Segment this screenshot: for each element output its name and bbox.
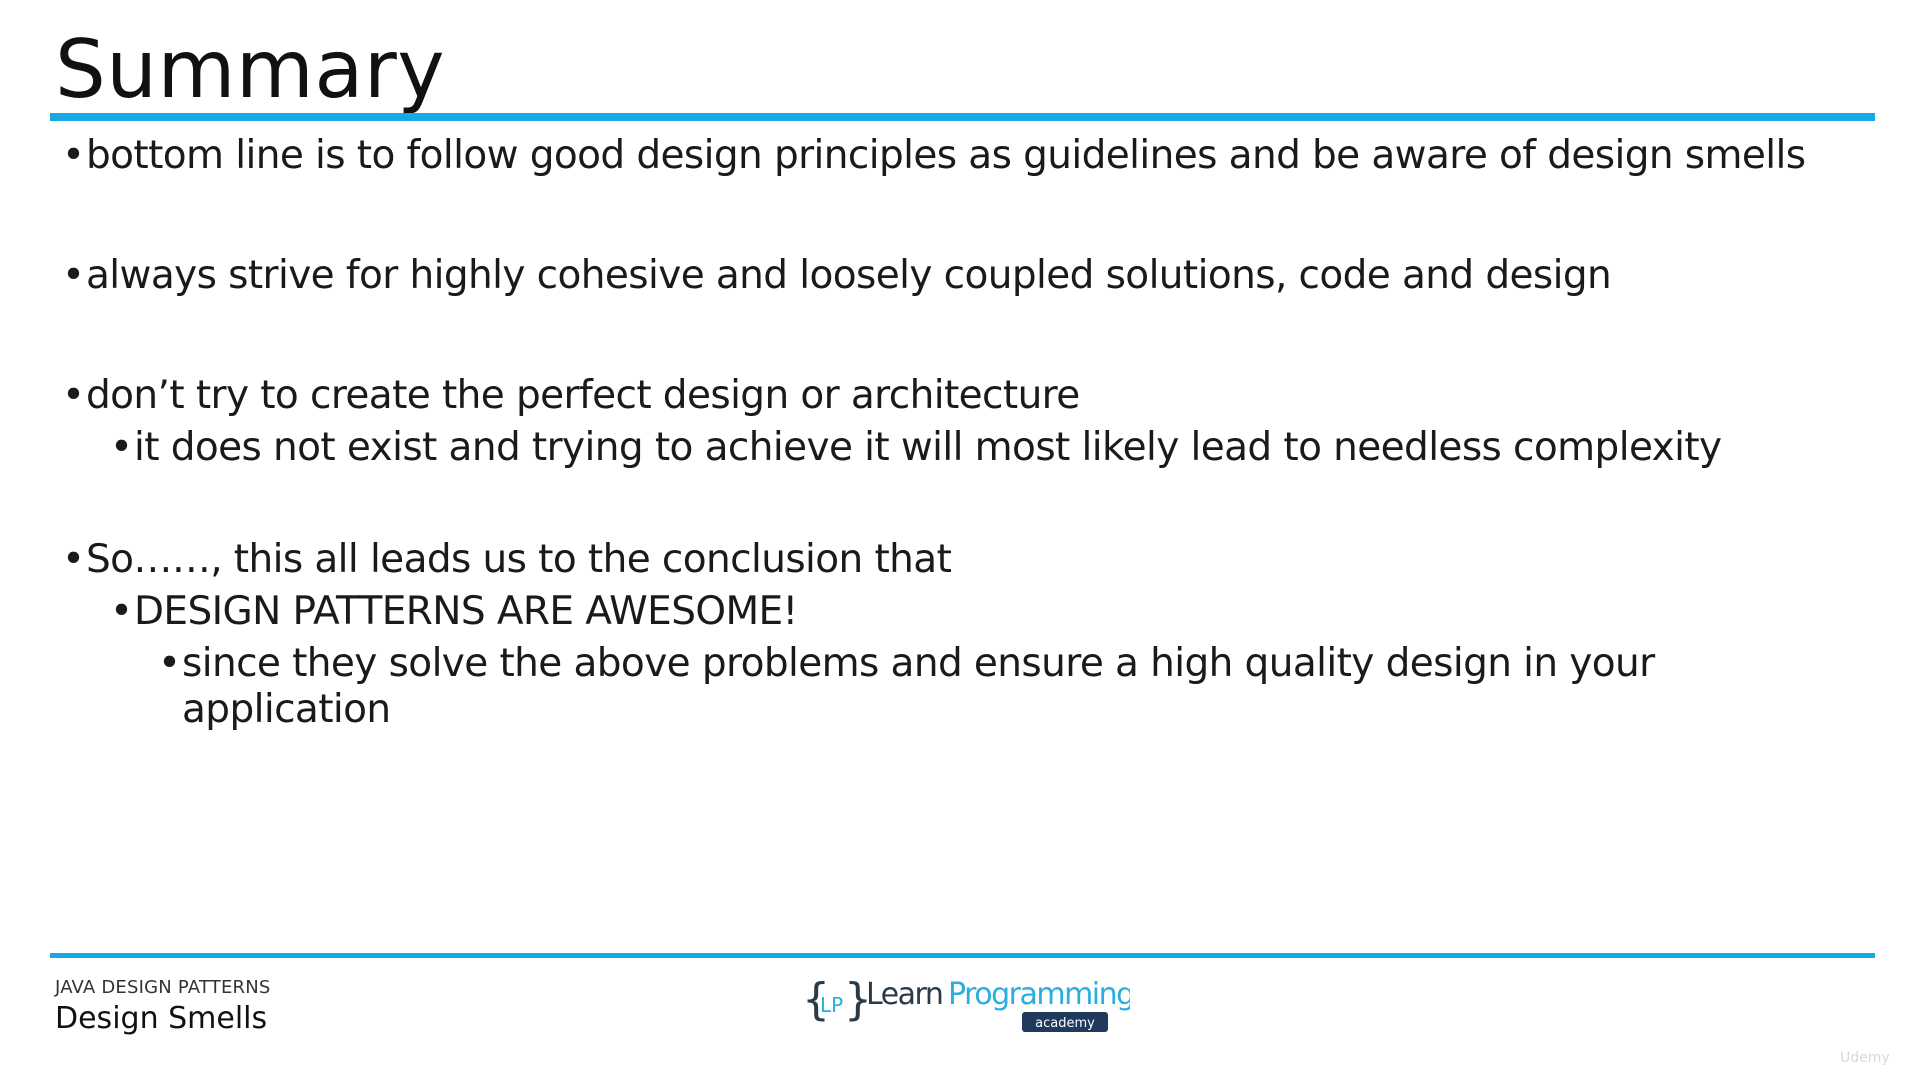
bullet-text: don’t try to create the perfect design o…	[86, 373, 1080, 418]
bullet-text: it does not exist and trying to achieve …	[134, 425, 1722, 470]
slide-title: Summary	[55, 23, 446, 116]
bullet-icon: •	[62, 373, 85, 418]
logo-text-academy: academy	[1035, 1016, 1095, 1031]
bullet-icon: •	[158, 641, 181, 686]
sub-sub-bullet-item: • since they solve the above problems an…	[60, 641, 1840, 733]
bullet-item: • always strive for highly cohesive and …	[60, 253, 1840, 299]
bullet-text: bottom line is to follow good design pri…	[86, 133, 1806, 178]
bullet-icon: •	[110, 589, 133, 634]
logo-text-programming: Programming	[948, 977, 1130, 1012]
bullet-text: always strive for highly cohesive and lo…	[86, 253, 1612, 298]
footer-section-name: Design Smells	[55, 1001, 268, 1036]
learnprogramming-logo: { LP } Learn Programming academy	[802, 974, 1130, 1032]
logo-text-learn: Learn	[866, 977, 942, 1012]
footer-course-name: JAVA DESIGN PATTERNS	[55, 977, 271, 998]
bullet-icon: •	[62, 253, 85, 298]
udemy-watermark: Udemy	[1840, 1050, 1890, 1066]
bullet-text: since they solve the above problems and …	[182, 641, 1655, 732]
bullet-item: • So……, this all leads us to the conclus…	[60, 537, 1840, 583]
sub-bullet-item: • DESIGN PATTERNS ARE AWESOME!	[60, 589, 1840, 635]
title-underline	[50, 113, 1875, 121]
bullet-icon: •	[62, 537, 85, 582]
bullet-list: • bottom line is to follow good design p…	[60, 133, 1840, 733]
footer-divider	[50, 953, 1875, 958]
sub-bullet-item: • it does not exist and trying to achiev…	[60, 425, 1840, 471]
logo-mark: LP	[820, 993, 843, 1017]
bullet-item: • don’t try to create the perfect design…	[60, 373, 1840, 419]
slide: Summary • bottom line is to follow good …	[0, 0, 1920, 1080]
bullet-text: DESIGN PATTERNS ARE AWESOME!	[134, 589, 798, 634]
bullet-icon: •	[62, 133, 85, 178]
bullet-icon: •	[110, 425, 133, 470]
bullet-item: • bottom line is to follow good design p…	[60, 133, 1840, 179]
bullet-text: So……, this all leads us to the conclusio…	[86, 537, 952, 582]
